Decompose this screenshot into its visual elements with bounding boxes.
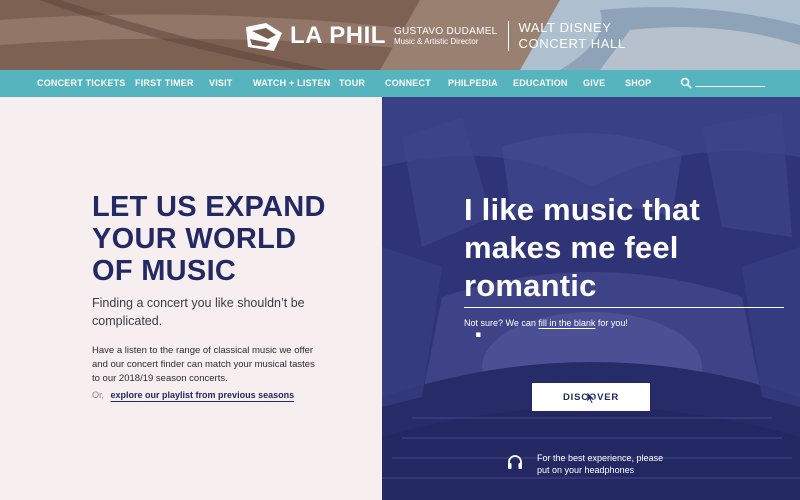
hall-line-1: WALT DISNEY: [518, 20, 612, 36]
nav-item-shop[interactable]: SHOP: [625, 70, 651, 97]
mood-select[interactable]: romantic: [464, 267, 784, 308]
search-input[interactable]: [695, 86, 765, 87]
main-nav: CONCERT TICKETS FIRST TIMER VISIT WATCH …: [0, 70, 800, 97]
director-title: Music & Artistic Director: [393, 37, 479, 47]
nav-item-concert-tickets[interactable]: CONCERT TICKETS: [37, 70, 126, 97]
laphil-logo[interactable]: LA PHIL GUSTAVO DUDAMEL Music & Artistic…: [244, 16, 626, 56]
nav-item-tour[interactable]: TOUR: [339, 70, 365, 97]
concert-finder-panel: I like music that makes me feel romantic…: [382, 97, 800, 500]
headline-line-2: YOUR WORLD: [92, 223, 297, 255]
headline-line-3: OF MUSIC: [92, 255, 237, 287]
director-credit: GUSTAVO DUDAMEL Music & Artistic Directo…: [394, 26, 498, 47]
playlist-line: Or, explore our playlist from previous s…: [92, 390, 294, 400]
director-name: GUSTAVO DUDAMEL: [393, 25, 498, 37]
mouse-cursor-icon: [587, 392, 595, 404]
nav-item-philpedia[interactable]: PHILPEDIA: [448, 70, 498, 97]
headphones-tip-line-2: put on your headphones: [537, 465, 635, 475]
nav-item-education[interactable]: EDUCATION: [513, 70, 568, 97]
headphones-icon: [508, 455, 522, 469]
intro-panel: LET US EXPAND YOUR WORLD OF MUSIC Findin…: [0, 97, 382, 500]
search-icon[interactable]: [680, 77, 692, 89]
nav-item-visit[interactable]: VISIT: [209, 70, 233, 97]
logo-text: LA PHIL: [290, 22, 386, 49]
hall-line-2: CONCERT HALL: [518, 36, 626, 51]
intro-body: Have a listen to the range of classical …: [92, 345, 315, 384]
fill-blank-link[interactable]: fill in the blank: [538, 318, 595, 328]
hint-suffix: for you!: [595, 318, 628, 328]
nav-item-connect[interactable]: CONNECT: [385, 70, 431, 97]
logo-divider: [507, 21, 509, 51]
mood-row: romantic .: [464, 267, 784, 346]
hint-text: Not sure? We can fill in the blank for y…: [464, 318, 628, 328]
statement-line-2: makes me feel: [464, 230, 679, 265]
hint-prefix: Not sure? We can: [464, 318, 539, 328]
laphil-logo-icon: [246, 23, 282, 51]
nav-item-watch-listen[interactable]: WATCH + LISTEN: [253, 70, 330, 97]
subheading: Finding a concert you like shouldn’t be …: [92, 296, 305, 328]
playlist-link[interactable]: explore our playlist from previous seaso…: [111, 390, 295, 400]
page-headline: LET US EXPAND YOUR WORLD OF MUSIC: [92, 191, 372, 287]
nav-item-give[interactable]: GIVE: [583, 70, 605, 97]
site-header: LA PHIL GUSTAVO DUDAMEL Music & Artistic…: [0, 0, 800, 70]
or-label: Or,: [92, 390, 105, 400]
nav-item-first-timer[interactable]: FIRST TIMER: [135, 70, 194, 97]
headphones-tip: For the best experience, please put on y…: [537, 452, 687, 476]
headphones-tip-line-1: For the best experience, please: [537, 453, 664, 463]
headline-line-1: LET US EXPAND: [92, 191, 326, 223]
statement-line-1: I like music that: [464, 192, 700, 227]
hall-name: WALT DISNEY CONCERT HALL: [519, 20, 626, 51]
